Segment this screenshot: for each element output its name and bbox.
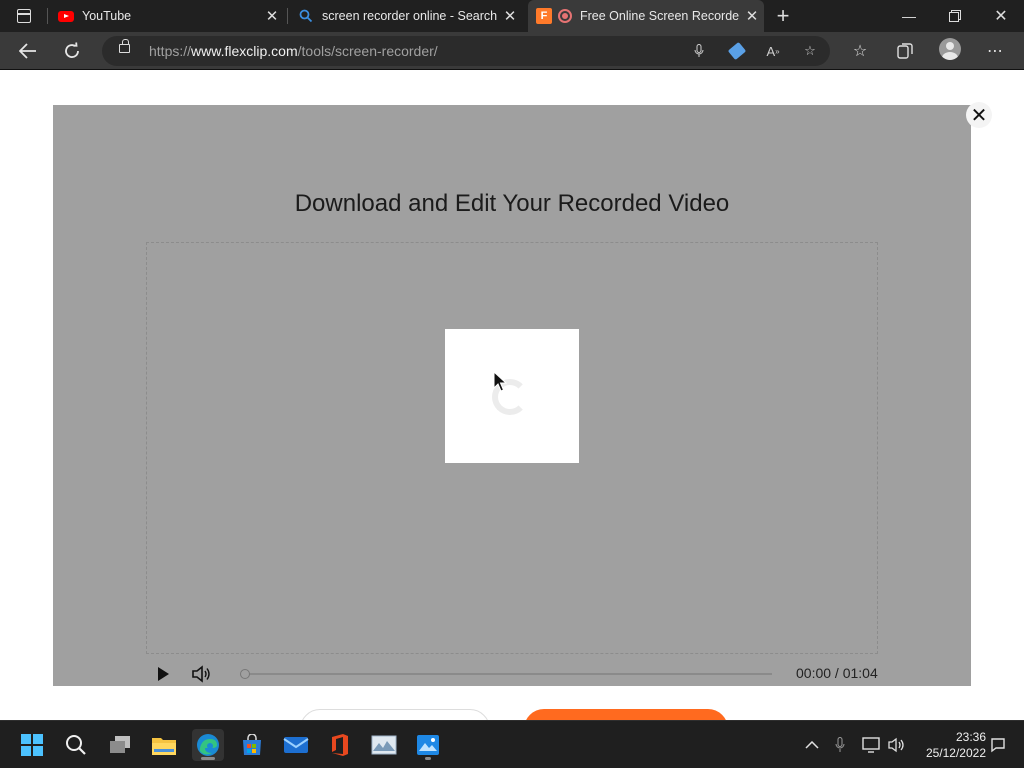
loading-panel <box>445 329 579 463</box>
tab-divider <box>287 8 288 24</box>
image-viewer-button[interactable] <box>412 729 444 761</box>
url-scheme: https:// <box>149 43 192 59</box>
close-tab-icon[interactable]: ✕ <box>498 4 522 28</box>
active-app-indicator <box>201 757 215 760</box>
mouse-cursor-icon <box>493 371 508 392</box>
volume-tray-icon[interactable] <box>886 735 908 755</box>
photos-icon <box>371 735 397 755</box>
image-viewer-icon <box>417 735 439 755</box>
secondary-action-button[interactable] <box>300 709 490 720</box>
tab-title: screen recorder online - Search <box>322 9 498 23</box>
url-path: /tools/screen-recorder/ <box>297 43 438 59</box>
microphone-icon[interactable] <box>688 41 710 61</box>
close-tab-icon[interactable]: ✕ <box>260 4 284 28</box>
network-icon[interactable] <box>860 735 882 755</box>
back-button[interactable] <box>13 36 43 66</box>
lock-icon <box>119 39 130 53</box>
download-modal: Download and Edit Your Recorded Video 00… <box>53 105 971 686</box>
system-clock[interactable]: 23:36 25/12/2022 <box>916 729 986 761</box>
close-window-button[interactable]: ✕ <box>978 0 1024 32</box>
file-explorer-icon <box>152 738 176 755</box>
tab-divider <box>47 8 48 24</box>
progress-knob[interactable] <box>240 669 250 679</box>
browser-toolbar: https://www.flexclip.com/tools/screen-re… <box>0 32 1024 70</box>
tab-search[interactable]: screen recorder online - Search ✕ <box>296 0 522 32</box>
profile-button[interactable] <box>938 38 962 60</box>
coupon-tag-icon[interactable] <box>726 41 748 61</box>
progress-track[interactable] <box>246 673 772 675</box>
page-content: Download and Edit Your Recorded Video 00… <box>0 71 1024 720</box>
office-icon <box>332 734 348 756</box>
refresh-button[interactable] <box>57 36 87 66</box>
task-view-icon <box>110 736 130 753</box>
store-button[interactable] <box>236 729 268 761</box>
edge-icon <box>197 734 219 756</box>
photos-button[interactable] <box>368 729 400 761</box>
restore-button[interactable] <box>932 0 978 32</box>
volume-icon[interactable] <box>191 665 211 683</box>
show-hidden-icons-icon[interactable] <box>802 735 822 755</box>
start-button[interactable] <box>16 729 48 761</box>
avatar-icon <box>939 38 961 60</box>
clock-time: 23:36 <box>955 730 986 744</box>
collections-icon[interactable] <box>893 40 917 62</box>
search-icon <box>66 735 86 755</box>
tab-title: Free Online Screen Recorder <box>580 9 740 23</box>
recording-indicator-icon <box>558 9 572 23</box>
taskbar-search-button[interactable] <box>60 729 92 761</box>
start-icon <box>21 734 43 756</box>
more-options-icon[interactable]: ⋯ <box>983 40 1007 62</box>
read-aloud-icon[interactable]: A» <box>762 41 784 61</box>
running-app-indicator <box>425 757 431 760</box>
video-controls: 00:00 / 01:04 <box>146 662 881 686</box>
modal-close-button[interactable]: ✕ <box>966 102 992 128</box>
add-favorite-icon[interactable]: ☆ <box>799 41 821 61</box>
file-explorer-button[interactable] <box>148 729 180 761</box>
favorites-icon[interactable]: ☆ <box>848 40 872 62</box>
browser-tab-strip: YouTube ✕ screen recorder online - Searc… <box>0 0 1024 32</box>
primary-action-button[interactable] <box>524 709 728 720</box>
notifications-icon[interactable] <box>988 735 1008 755</box>
store-icon <box>243 734 261 755</box>
tab-actions-icon <box>17 9 31 23</box>
time-readout: 00:00 / 01:04 <box>796 665 878 681</box>
url-text[interactable]: https://www.flexclip.com/tools/screen-re… <box>149 43 438 59</box>
tab-actions-button[interactable] <box>8 6 40 26</box>
address-bar[interactable]: https://www.flexclip.com/tools/screen-re… <box>102 36 830 66</box>
office-button[interactable] <box>324 729 356 761</box>
task-view-button[interactable] <box>104 729 136 761</box>
tab-title: YouTube <box>82 9 132 23</box>
youtube-icon <box>58 8 74 24</box>
video-preview[interactable] <box>146 242 878 654</box>
edge-button[interactable] <box>192 729 224 761</box>
tab-youtube[interactable]: YouTube ✕ <box>56 0 284 32</box>
taskbar: 23:36 25/12/2022 <box>0 720 1024 768</box>
minimize-button[interactable]: — <box>886 0 932 32</box>
mail-button[interactable] <box>280 729 312 761</box>
back-arrow-icon <box>19 43 36 59</box>
search-icon <box>298 8 314 24</box>
clock-date: 25/12/2022 <box>925 746 986 760</box>
mail-icon <box>283 737 309 753</box>
play-icon[interactable] <box>158 667 169 681</box>
modal-title: Download and Edit Your Recorded Video <box>294 190 730 217</box>
new-tab-button[interactable]: + <box>770 3 796 28</box>
flexclip-icon: F <box>536 8 552 24</box>
close-tab-icon[interactable]: ✕ <box>740 4 764 28</box>
tab-flexclip[interactable]: F Free Online Screen Recorder ✕ <box>528 0 764 32</box>
microphone-tray-icon[interactable] <box>832 735 848 755</box>
url-host: www.flexclip.com <box>191 43 298 59</box>
refresh-icon <box>65 42 79 58</box>
